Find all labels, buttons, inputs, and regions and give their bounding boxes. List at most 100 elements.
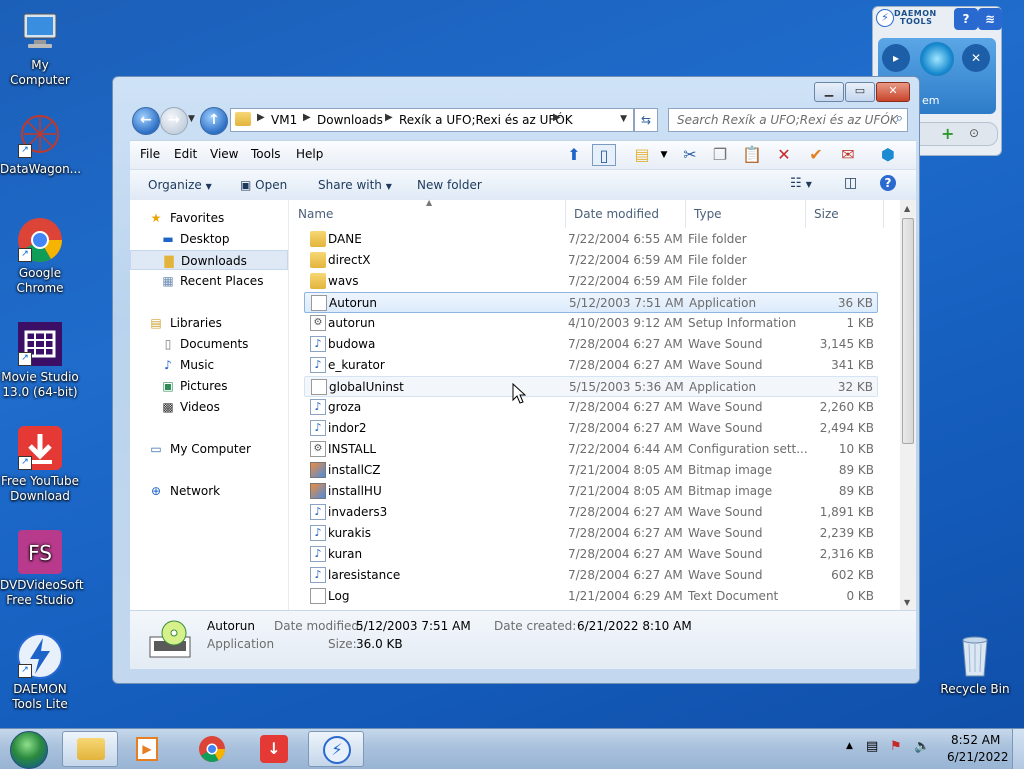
- file-row[interactable]: DANE 7/22/2004 6:55 AM File folder: [304, 229, 878, 250]
- taskbar-youtube-download-button[interactable]: ↓: [246, 731, 302, 767]
- help-icon[interactable]: ?: [880, 175, 896, 191]
- help-button[interactable]: ?: [954, 8, 978, 30]
- nav-network[interactable]: ⊕ Network: [130, 481, 288, 501]
- desktop-icon-datawagon[interactable]: ↗ DataWagon...: [0, 112, 81, 177]
- file-row[interactable]: ♪ indor2 7/28/2004 6:27 AM Wave Sound 2,494 …: [304, 418, 878, 439]
- taskbar-daemon-tools-button[interactable]: ⚡: [308, 731, 364, 767]
- share-with-button[interactable]: Share with ▼: [318, 178, 392, 192]
- nav-libraries[interactable]: ▤ Libraries: [130, 313, 288, 333]
- options-dropdown-icon[interactable]: ▼: [652, 144, 676, 166]
- desktop-icon-dvdvideosoft[interactable]: FS DVDVideoSoft Free Studio: [0, 528, 84, 608]
- breadcrumb-separator[interactable]: ▶: [303, 112, 311, 123]
- show-hidden-icons[interactable]: ▲: [846, 741, 853, 751]
- close-button[interactable]: ✕: [876, 82, 910, 102]
- refresh-icon[interactable]: ⇆: [634, 108, 658, 132]
- settings-wrench-button[interactable]: ✕: [962, 44, 990, 72]
- file-row[interactable]: Autorun 5/12/2003 7:51 AM Application 36 KB: [304, 292, 878, 313]
- menu-file[interactable]: File: [140, 147, 160, 161]
- nav-videos[interactable]: ▩ Videos: [130, 397, 288, 417]
- disc-drive-icon[interactable]: [920, 42, 954, 76]
- file-row[interactable]: ♪ kurakis 7/28/2004 6:27 AM Wave Sound 2,239…: [304, 523, 878, 544]
- copy-icon[interactable]: ❐: [708, 144, 732, 166]
- network-tray-icon[interactable]: ▤: [866, 739, 878, 754]
- new-folder-button[interactable]: New folder: [417, 178, 482, 192]
- file-row[interactable]: ♪ groza 7/28/2004 6:27 AM Wave Sound 2,260 K…: [304, 397, 878, 418]
- minimize-button[interactable]: ▁: [814, 82, 844, 102]
- breadcrumb-separator[interactable]: ▶: [257, 112, 265, 123]
- recent-pages-dropdown[interactable]: ▼: [188, 114, 195, 124]
- taskbar-media-player-button[interactable]: ▶: [120, 731, 176, 767]
- nav-favorites[interactable]: ★ Favorites: [130, 208, 288, 228]
- nav-documents[interactable]: ▯ Documents: [130, 334, 288, 354]
- desktop-icon-google-chrome[interactable]: ↗ Google Chrome: [0, 216, 80, 296]
- breadcrumb-separator[interactable]: ▶: [385, 112, 393, 123]
- desktop-icon-my-computer[interactable]: My Computer: [0, 8, 80, 88]
- up-button[interactable]: ↑: [200, 107, 228, 135]
- nav-music[interactable]: ♪ Music: [130, 355, 288, 375]
- change-view-icon[interactable]: ☷ ▼: [790, 176, 812, 191]
- address-bar[interactable]: ▶ VM1 ▶ Downloads ▶ Rexík a UFO;Rexi és …: [230, 108, 634, 132]
- clock-time[interactable]: 8:52 AM: [951, 733, 1000, 747]
- file-row[interactable]: ♪ kuran 7/28/2004 6:27 AM Wave Sound 2,316 K…: [304, 544, 878, 565]
- column-header-date-modified[interactable]: Date modified: [566, 200, 686, 228]
- show-desktop-button[interactable]: [1012, 729, 1024, 769]
- back-button[interactable]: ←: [132, 107, 160, 135]
- file-row[interactable]: wavs 7/22/2004 6:59 AM File folder: [304, 271, 878, 292]
- preview-pane-icon[interactable]: ◫: [844, 175, 857, 191]
- search-input[interactable]: Search Rexík a UFO;Rexi és az UFÓK ⌕: [668, 108, 908, 132]
- desktop-icon-free-youtube-download[interactable]: ↗ Free YouTube Download: [0, 424, 80, 504]
- file-row[interactable]: globalUninst 5/15/2003 5:36 AM Application…: [304, 376, 878, 397]
- breadcrumb-item[interactable]: Rexík a UFO;Rexi és az UFÓK: [399, 113, 573, 127]
- breadcrumb-item[interactable]: VM1: [271, 113, 297, 127]
- menu-view[interactable]: View: [210, 147, 238, 161]
- nav-my-computer[interactable]: ▭ My Computer: [130, 439, 288, 459]
- menu-help[interactable]: Help: [296, 147, 323, 161]
- file-row[interactable]: ♪ e_kurator 7/28/2004 6:27 AM Wave Sound 341…: [304, 355, 878, 376]
- delete-icon[interactable]: ✕: [772, 144, 796, 166]
- scrollbar-thumb[interactable]: [902, 218, 914, 444]
- folder-options-icon[interactable]: ▤: [630, 144, 654, 166]
- taskbar-chrome-button[interactable]: [184, 731, 240, 767]
- properties-icon[interactable]: ✉: [836, 144, 860, 166]
- cut-icon[interactable]: ✂: [678, 144, 702, 166]
- desktop-icon-movie-studio[interactable]: ↗ Movie Studio 13.0 (64-bit): [0, 320, 80, 400]
- scroll-up-arrow-icon[interactable]: ▲: [904, 204, 910, 213]
- file-row[interactable]: ⚙ autorun 4/10/2003 9:12 AM Setup Informati…: [304, 313, 878, 334]
- checkmark-icon[interactable]: ✔: [804, 144, 828, 166]
- column-header-name[interactable]: Name: [290, 200, 566, 228]
- play-button[interactable]: ▸: [882, 44, 910, 72]
- file-row[interactable]: Log 1/21/2004 6:29 AM Text Document 0 KB: [304, 586, 878, 607]
- lock-icon[interactable]: ⊙: [969, 126, 979, 140]
- scroll-down-arrow-icon[interactable]: ▼: [904, 598, 910, 607]
- action-center-flag-icon[interactable]: ⚑: [890, 739, 902, 754]
- breadcrumb-separator[interactable]: ▶: [553, 112, 561, 123]
- taskbar-explorer-button[interactable]: [62, 731, 118, 767]
- nav-downloads[interactable]: ▇ Downloads: [130, 250, 288, 270]
- file-row[interactable]: ⚙ INSTALL 7/22/2004 6:44 AM Configuration s…: [304, 439, 878, 460]
- file-row[interactable]: directX 7/22/2004 6:59 AM File folder: [304, 250, 878, 271]
- file-row[interactable]: ♪ invaders3 7/28/2004 6:27 AM Wave Sound 1,8…: [304, 502, 878, 523]
- nav-pictures[interactable]: ▣ Pictures: [130, 376, 288, 396]
- address-dropdown-icon[interactable]: ▼: [620, 114, 627, 124]
- file-row[interactable]: ♪ laresistance 7/28/2004 6:27 AM Wave Sound…: [304, 565, 878, 586]
- rss-icon[interactable]: ≋: [978, 8, 1002, 30]
- column-header-size[interactable]: Size: [806, 200, 884, 228]
- breadcrumb-item[interactable]: Downloads: [317, 113, 383, 127]
- nav-recent-places[interactable]: ▦ Recent Places: [130, 271, 288, 291]
- folders-pane-icon[interactable]: ▯: [592, 144, 616, 166]
- menu-tools[interactable]: Tools: [251, 147, 281, 161]
- file-row[interactable]: ♪ budowa 7/28/2004 6:27 AM Wave Sound 3,145 …: [304, 334, 878, 355]
- menu-edit[interactable]: Edit: [174, 147, 197, 161]
- up-folder-icon[interactable]: ⬆: [562, 144, 586, 166]
- column-header-type[interactable]: Type: [686, 200, 806, 228]
- open-button[interactable]: ▣ Open: [240, 178, 287, 192]
- clock-date[interactable]: 6/21/2022: [947, 750, 1009, 764]
- start-button[interactable]: [4, 729, 50, 769]
- maximize-button[interactable]: ▭: [845, 82, 875, 102]
- nav-desktop[interactable]: ▬ Desktop: [130, 229, 288, 249]
- vertical-scrollbar[interactable]: ▲ ▼: [900, 200, 916, 610]
- search-icon[interactable]: ⌕: [896, 111, 903, 126]
- shell-icon[interactable]: ⬢: [876, 144, 900, 166]
- desktop-icon-recycle-bin[interactable]: Recycle Bin: [935, 632, 1015, 697]
- desktop-icon-daemon-tools-lite[interactable]: ↗ DAEMON Tools Lite: [0, 632, 80, 712]
